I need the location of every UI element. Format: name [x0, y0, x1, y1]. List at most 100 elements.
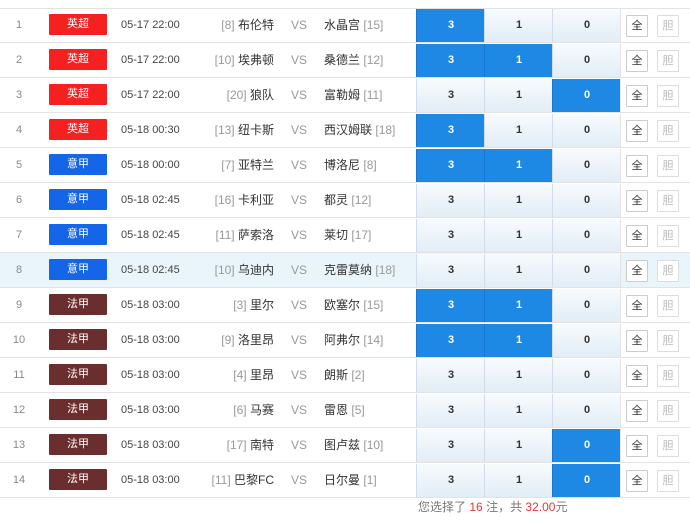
league-badge[interactable]: 意甲 [49, 189, 107, 210]
away-team[interactable]: 莱切 [17] [324, 219, 416, 252]
select-all-button[interactable]: 全 [626, 50, 648, 72]
home-team[interactable]: [16] 卡利亚 [190, 184, 274, 217]
odds-lose-button[interactable]: 0 [552, 289, 621, 322]
odds-draw-button[interactable]: 1 [484, 149, 553, 182]
odds-lose-button[interactable]: 0 [552, 9, 621, 42]
odds-win-button[interactable]: 3 [416, 289, 485, 322]
odds-lose-button[interactable]: 0 [552, 394, 621, 427]
odds-lose-button[interactable]: 0 [552, 44, 621, 77]
odds-draw-button[interactable]: 1 [484, 184, 553, 217]
odds-win-button[interactable]: 3 [416, 254, 485, 287]
select-all-button[interactable]: 全 [626, 435, 648, 457]
select-all-button[interactable]: 全 [626, 365, 648, 387]
odds-win-button[interactable]: 3 [416, 184, 485, 217]
select-all-button[interactable]: 全 [626, 155, 648, 177]
odds-draw-button[interactable]: 1 [484, 359, 553, 392]
odds-win-button[interactable]: 3 [416, 149, 485, 182]
odds-draw-button[interactable]: 1 [484, 9, 553, 42]
home-team[interactable]: [20] 狼队 [190, 79, 274, 112]
select-all-button[interactable]: 全 [626, 190, 648, 212]
home-team[interactable]: [4] 里昂 [190, 359, 274, 392]
away-team[interactable]: 图卢兹 [10] [324, 429, 416, 462]
select-all-button[interactable]: 全 [626, 120, 648, 142]
league-badge[interactable]: 英超 [49, 14, 107, 35]
home-team[interactable]: [8] 布伦特 [190, 9, 274, 42]
home-team[interactable]: [11] 巴黎FC [190, 464, 274, 497]
odds-lose-button[interactable]: 0 [552, 219, 621, 252]
banker-button[interactable]: 胆 [657, 190, 679, 212]
away-team[interactable]: 桑德兰 [12] [324, 44, 416, 77]
select-all-button[interactable]: 全 [626, 85, 648, 107]
league-badge[interactable]: 法甲 [49, 434, 107, 455]
league-badge[interactable]: 英超 [49, 119, 107, 140]
home-team[interactable]: [3] 里尔 [190, 289, 274, 322]
home-team[interactable]: [7] 亚特兰 [190, 149, 274, 182]
away-team[interactable]: 欧塞尔 [15] [324, 289, 416, 322]
away-team[interactable]: 富勒姆 [11] [324, 79, 416, 112]
home-team[interactable]: [9] 洛里昂 [190, 324, 274, 357]
odds-draw-button[interactable]: 1 [484, 114, 553, 147]
odds-draw-button[interactable]: 1 [484, 464, 553, 497]
select-all-button[interactable]: 全 [626, 260, 648, 282]
banker-button[interactable]: 胆 [657, 155, 679, 177]
home-team[interactable]: [6] 马赛 [190, 394, 274, 427]
away-team[interactable]: 博洛尼 [8] [324, 149, 416, 182]
odds-lose-button[interactable]: 0 [552, 254, 621, 287]
odds-draw-button[interactable]: 1 [484, 44, 553, 77]
odds-win-button[interactable]: 3 [416, 219, 485, 252]
odds-win-button[interactable]: 3 [416, 44, 485, 77]
odds-draw-button[interactable]: 1 [484, 324, 553, 357]
away-team[interactable]: 朗斯 [2] [324, 359, 416, 392]
odds-draw-button[interactable]: 1 [484, 219, 553, 252]
home-team[interactable]: [13] 纽卡斯 [190, 114, 274, 147]
league-badge[interactable]: 法甲 [49, 364, 107, 385]
select-all-button[interactable]: 全 [626, 330, 648, 352]
banker-button[interactable]: 胆 [657, 435, 679, 457]
select-all-button[interactable]: 全 [626, 15, 648, 37]
odds-draw-button[interactable]: 1 [484, 429, 553, 462]
banker-button[interactable]: 胆 [657, 400, 679, 422]
odds-draw-button[interactable]: 1 [484, 254, 553, 287]
odds-lose-button[interactable]: 0 [552, 324, 621, 357]
home-team[interactable]: [10] 乌迪内 [190, 254, 274, 287]
odds-draw-button[interactable]: 1 [484, 289, 553, 322]
banker-button[interactable]: 胆 [657, 225, 679, 247]
away-team[interactable]: 水晶宫 [15] [324, 9, 416, 42]
away-team[interactable]: 都灵 [12] [324, 184, 416, 217]
banker-button[interactable]: 胆 [657, 85, 679, 107]
odds-lose-button[interactable]: 0 [552, 114, 621, 147]
banker-button[interactable]: 胆 [657, 120, 679, 142]
home-team[interactable]: [10] 埃弗顿 [190, 44, 274, 77]
banker-button[interactable]: 胆 [657, 330, 679, 352]
odds-lose-button[interactable]: 0 [552, 429, 621, 462]
odds-win-button[interactable]: 3 [416, 324, 485, 357]
away-team[interactable]: 雷恩 [5] [324, 394, 416, 427]
league-badge[interactable]: 法甲 [49, 329, 107, 350]
banker-button[interactable]: 胆 [657, 50, 679, 72]
away-team[interactable]: 阿弗尔 [14] [324, 324, 416, 357]
league-badge[interactable]: 意甲 [49, 259, 107, 280]
league-badge[interactable]: 意甲 [49, 154, 107, 175]
away-team[interactable]: 日尔曼 [1] [324, 464, 416, 497]
league-badge[interactable]: 法甲 [49, 469, 107, 490]
odds-win-button[interactable]: 3 [416, 79, 485, 112]
away-team[interactable]: 西汉姆联 [18] [324, 114, 416, 147]
league-badge[interactable]: 英超 [49, 49, 107, 70]
away-team[interactable]: 克雷莫纳 [18] [324, 254, 416, 287]
odds-win-button[interactable]: 3 [416, 429, 485, 462]
odds-lose-button[interactable]: 0 [552, 149, 621, 182]
home-team[interactable]: [17] 南特 [190, 429, 274, 462]
select-all-button[interactable]: 全 [626, 295, 648, 317]
select-all-button[interactable]: 全 [626, 400, 648, 422]
league-badge[interactable]: 意甲 [49, 224, 107, 245]
odds-win-button[interactable]: 3 [416, 394, 485, 427]
odds-draw-button[interactable]: 1 [484, 79, 553, 112]
banker-button[interactable]: 胆 [657, 15, 679, 37]
banker-button[interactable]: 胆 [657, 295, 679, 317]
odds-lose-button[interactable]: 0 [552, 184, 621, 217]
select-all-button[interactable]: 全 [626, 470, 648, 492]
home-team[interactable]: [11] 萨索洛 [190, 219, 274, 252]
odds-win-button[interactable]: 3 [416, 114, 485, 147]
odds-win-button[interactable]: 3 [416, 359, 485, 392]
odds-win-button[interactable]: 3 [416, 464, 485, 497]
